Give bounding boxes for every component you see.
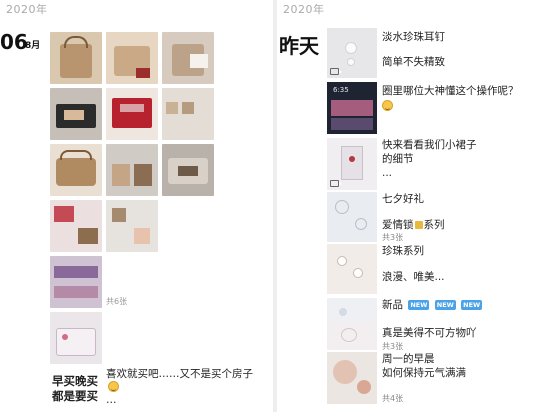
post-thumbnail[interactable] <box>327 138 377 190</box>
post-caption-ellipsis: … <box>106 394 117 406</box>
new-badge: NEW <box>434 300 456 310</box>
video-camera-icon <box>330 68 342 75</box>
post-text: 快来看看我们小裙子 <box>382 139 477 151</box>
year-label: 2020年 <box>283 3 325 16</box>
moments-album-left: 2020年 06 8月 共6张 喜欢就买吧……又不是买个房子 … 早买晚买 都是… <box>0 0 273 412</box>
post-text: 七夕好礼 <box>382 193 424 205</box>
photo-thumbnail[interactable] <box>50 88 102 140</box>
post-text: 圈里哪位大神懂这个操作呢？ <box>382 85 519 97</box>
photo-count: 共3张 <box>382 233 404 242</box>
smiling-face-icon <box>108 380 119 392</box>
post-text: 真是美得不可方物吖 <box>382 327 477 339</box>
photo-thumbnail[interactable] <box>50 200 102 252</box>
new-badge: NEW <box>461 300 483 310</box>
post-text: 爱情锁 系列 <box>382 219 445 231</box>
moments-album-right: 2020年 昨天 淡水珍珠耳钉 简单不失精致 6:35 圈里哪位大神懂这个操作呢… <box>277 0 550 412</box>
post-text: 浪漫、唯美... <box>382 271 445 283</box>
photo-thumbnail[interactable] <box>50 144 102 196</box>
photo-count: 共4张 <box>382 394 404 403</box>
post-text: 珍珠系列 <box>382 245 424 257</box>
photo-thumbnail[interactable] <box>106 200 158 252</box>
post-text: 新品 NEW NEW NEW <box>382 299 483 311</box>
post-text: ... <box>382 167 393 179</box>
post-caption: 喜欢就买吧……又不是买个房子 <box>106 368 253 380</box>
post-caption-emoji <box>108 380 119 392</box>
photo-thumbnail[interactable] <box>50 312 102 364</box>
date-yesterday: 昨天 <box>279 34 319 58</box>
post-thumbnail[interactable] <box>327 192 377 242</box>
post-text: 简单不失精致 <box>382 56 445 68</box>
post-text: 的细节 <box>382 153 414 165</box>
post-text: 周一的早晨 <box>382 353 435 365</box>
lock-emoji-icon <box>414 221 423 229</box>
photo-thumbnail[interactable] <box>162 88 214 140</box>
post-thumbnail[interactable] <box>327 244 377 294</box>
photo-thumbnail[interactable] <box>106 32 158 84</box>
photo-count: 共6张 <box>106 297 128 306</box>
photo-thumbnail[interactable] <box>106 88 158 140</box>
new-badge: NEW <box>408 300 430 310</box>
post-text: 如何保持元气满满 <box>382 367 466 379</box>
photo-thumbnail[interactable] <box>50 32 102 84</box>
photo-thumbnail[interactable] <box>106 144 158 196</box>
year-label: 2020年 <box>6 3 48 16</box>
post-thumbnail[interactable] <box>327 352 377 404</box>
date-month: 8月 <box>25 41 41 51</box>
smiling-face-icon <box>382 99 393 111</box>
post-thumbnail[interactable]: 6:35 <box>327 82 377 134</box>
handwritten-text: 早买晚买 都是要买 <box>52 374 98 403</box>
photo-thumbnail[interactable] <box>162 144 214 196</box>
photo-thumbnail[interactable] <box>50 256 102 308</box>
video-camera-icon <box>330 180 342 187</box>
date-day: 06 <box>0 30 28 54</box>
photo-thumbnail[interactable] <box>162 32 214 84</box>
post-text: 淡水珍珠耳钉 <box>382 31 445 43</box>
post-thumbnail[interactable] <box>327 28 377 78</box>
post-thumbnail[interactable] <box>327 322 377 350</box>
post-emoji <box>382 98 393 112</box>
